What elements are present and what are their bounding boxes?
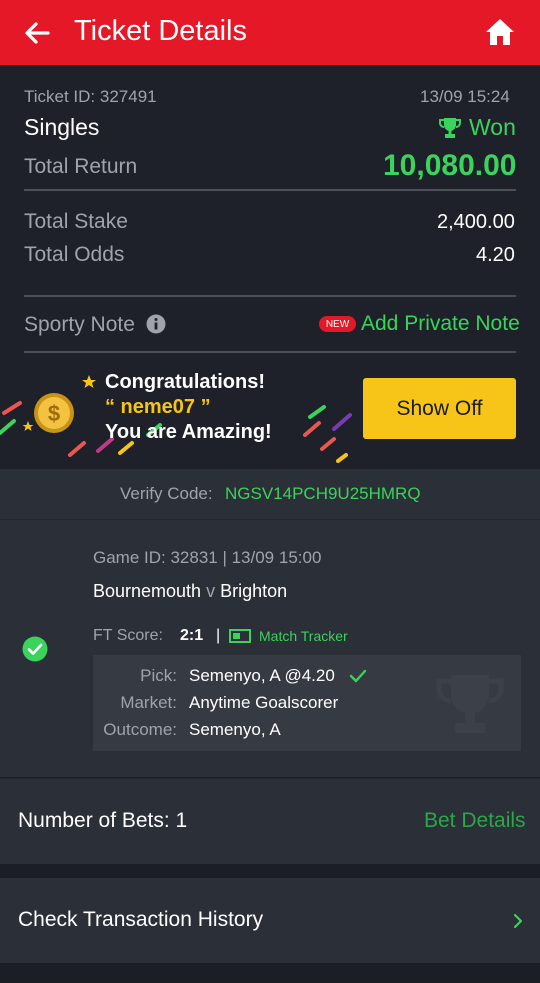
chevron-right-icon xyxy=(513,913,523,929)
match-tracker-link[interactable]: Match Tracker xyxy=(259,628,348,644)
transaction-history-label: Check Transaction History xyxy=(18,908,264,931)
away-team: Brighton xyxy=(220,581,288,601)
ticket-id: Ticket ID: 327491 xyxy=(24,87,157,106)
section-gap xyxy=(0,864,540,878)
promo-message: You are Amazing! xyxy=(105,421,272,443)
outcome-value: Semenyo, A xyxy=(189,720,281,739)
arrow-left-icon[interactable] xyxy=(22,18,52,48)
total-odds-value: 4.20 xyxy=(476,244,515,266)
promo-title: Congratulations! xyxy=(105,371,265,393)
trophy-watermark-icon xyxy=(436,675,504,733)
ticket-status: Won xyxy=(469,114,516,140)
total-return-label: Total Return xyxy=(24,155,138,178)
show-off-button[interactable]: Show Off xyxy=(363,378,516,439)
tracker-icon xyxy=(229,629,251,643)
check-icon xyxy=(349,669,367,683)
app-header: Ticket Details xyxy=(0,0,540,65)
market-value: Anytime Goalscorer xyxy=(189,693,339,712)
home-team: Bournemouth xyxy=(93,581,202,601)
promo-username: “ neme07 ” xyxy=(105,396,211,418)
market-label: Market: xyxy=(120,693,177,712)
verify-label: Verify Code: xyxy=(120,484,213,503)
svg-text:$: $ xyxy=(48,401,60,426)
trophy-icon xyxy=(439,118,461,138)
divider xyxy=(24,295,516,297)
page-title: Ticket Details xyxy=(74,15,247,47)
info-icon[interactable] xyxy=(146,314,166,334)
divider xyxy=(24,351,516,353)
coin-icon: $ xyxy=(34,393,74,433)
bet-details-link[interactable]: Bet Details xyxy=(424,809,526,833)
ticket-datetime: 13/09 15:24 xyxy=(420,87,510,106)
transaction-history-row[interactable]: Check Transaction History xyxy=(0,878,540,963)
ticket-summary: Ticket ID: 327491 13/09 15:24 Singles Wo… xyxy=(0,65,540,469)
versus: v xyxy=(206,581,216,601)
verify-code-bar: Verify Code: NGSV14PCH9U25HMRQ xyxy=(0,469,540,519)
home-icon[interactable] xyxy=(484,16,516,48)
total-return-value: 10,080.00 xyxy=(383,149,517,182)
game-card: Game ID: 32831 | 13/09 15:00 Bournemouth… xyxy=(0,519,540,777)
total-stake-value: 2,400.00 xyxy=(437,211,515,233)
bets-summary: Number of Bets: 1 Bet Details xyxy=(0,778,540,864)
game-meta: Game ID: 32831 | 13/09 15:00 xyxy=(93,548,322,567)
outcome-label: Outcome: xyxy=(103,720,177,739)
check-circle-icon xyxy=(22,636,48,662)
sporty-note-label: Sporty Note xyxy=(24,313,135,336)
pick-label: Pick: xyxy=(140,666,177,685)
add-private-note-link[interactable]: Add Private Note xyxy=(361,312,520,336)
pick-details: Pick: Semenyo, A @4.20 Market: Anytime G… xyxy=(93,655,521,751)
bet-type: Singles xyxy=(24,114,100,140)
pick-value: Semenyo, A @4.20 xyxy=(189,666,335,685)
bottom-spacer xyxy=(0,963,540,983)
ft-score-value: 2:1 xyxy=(180,627,204,644)
number-of-bets: Number of Bets: 1 xyxy=(18,809,188,832)
total-odds-label: Total Odds xyxy=(24,243,125,266)
new-badge: NEW xyxy=(319,316,356,332)
verify-code: NGSV14PCH9U25HMRQ xyxy=(225,484,421,503)
divider xyxy=(24,189,516,191)
total-stake-label: Total Stake xyxy=(24,210,128,233)
match-teams: Bournemouth v Brighton xyxy=(93,581,287,602)
separator: | xyxy=(216,627,221,644)
ft-score-label: FT Score: xyxy=(93,627,163,644)
